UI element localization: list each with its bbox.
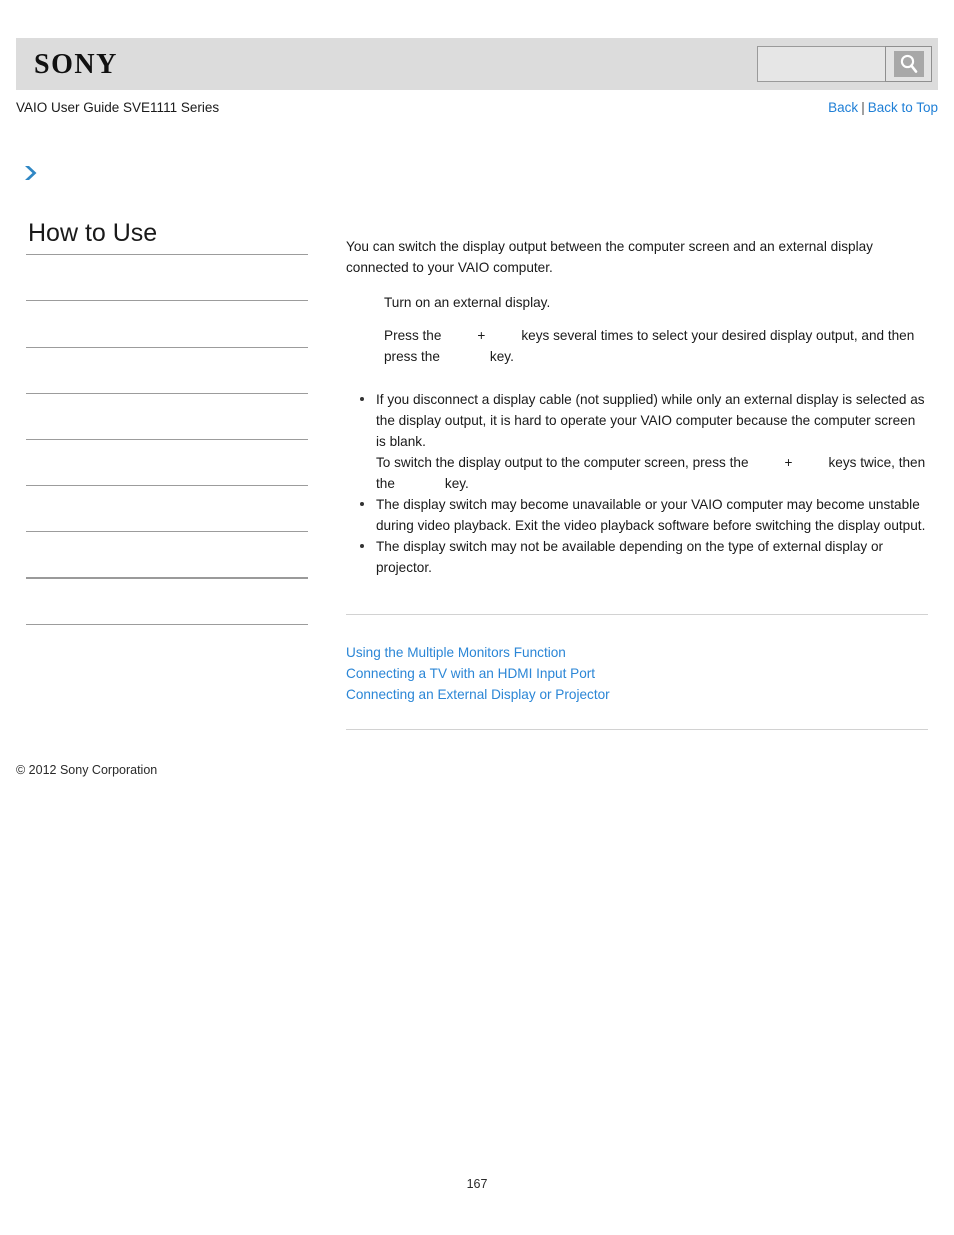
search-icon <box>893 51 924 77</box>
step-text-mid: keys several times to select your desire… <box>384 328 915 364</box>
related-divider-bottom <box>346 729 928 730</box>
main-content: You can switch the display output betwee… <box>346 236 928 730</box>
header-nav: Back | Back to Top <box>828 100 938 115</box>
note-line-2: To switch the display output to the comp… <box>376 455 925 491</box>
chevron-right-icon[interactable] <box>22 163 40 183</box>
breadcrumb <box>22 160 40 186</box>
note-text-before: To switch the display output to the comp… <box>376 455 749 470</box>
intro-paragraph: You can switch the display output betwee… <box>346 239 873 275</box>
search-input[interactable] <box>757 46 885 82</box>
step-list: Turn on an external display. Press the + k… <box>346 292 928 367</box>
sidebar-item-8[interactable] <box>26 579 308 624</box>
note-item-1: If you disconnect a display cable (not s… <box>360 389 928 494</box>
note-text: The display switch may not be available … <box>376 539 884 575</box>
sidebar-divider <box>26 624 308 625</box>
step-item-1: Turn on an external display. <box>384 292 928 313</box>
related-link-3[interactable]: Connecting an External Display or Projec… <box>346 684 928 705</box>
notes-list: If you disconnect a display cable (not s… <box>346 389 928 578</box>
sidebar: How to Use <box>26 218 308 625</box>
plus-sign: + <box>477 328 486 343</box>
site-header: SONY <box>16 38 938 90</box>
note-text-after: key. <box>444 476 469 491</box>
back-to-top-link[interactable]: Back to Top <box>868 100 938 115</box>
note-item-3: The display switch may not be available … <box>360 536 928 578</box>
page-title: VAIO User Guide SVE1111 Series <box>16 100 220 115</box>
sidebar-item-1[interactable] <box>26 255 308 300</box>
sidebar-item-4[interactable] <box>26 394 308 439</box>
step-text-after: key. <box>489 349 514 364</box>
plus-sign: + <box>784 455 793 470</box>
note-text: The display switch may become unavailabl… <box>376 497 926 533</box>
step-item-2: Press the + keys several times to select y… <box>384 325 928 367</box>
sub-header: VAIO User Guide SVE1111 Series Back | Back… <box>16 100 938 122</box>
sony-logo: SONY <box>34 49 118 80</box>
sidebar-item-7[interactable] <box>26 532 308 577</box>
related-links: Using the Multiple Monitors Function Con… <box>346 615 928 705</box>
back-link[interactable]: Back <box>828 100 858 115</box>
step-text: Turn on an external display. <box>384 295 551 310</box>
search-area <box>757 46 932 82</box>
note-item-2: The display switch may become unavailabl… <box>360 494 928 536</box>
search-button[interactable] <box>885 46 932 82</box>
copyright-text: © 2012 Sony Corporation <box>16 763 158 777</box>
sidebar-item-3[interactable] <box>26 348 308 393</box>
step-text-before: Press the <box>384 328 442 343</box>
page-number: 167 <box>466 1177 488 1191</box>
sidebar-item-5[interactable] <box>26 440 308 485</box>
nav-separator: | <box>861 100 865 115</box>
sidebar-item-6[interactable] <box>26 486 308 531</box>
related-link-1[interactable]: Using the Multiple Monitors Function <box>346 642 928 663</box>
related-link-2[interactable]: Connecting a TV with an HDMI Input Port <box>346 663 928 684</box>
sidebar-item-2[interactable] <box>26 301 308 347</box>
sidebar-heading: How to Use <box>28 219 158 247</box>
note-text: If you disconnect a display cable (not s… <box>376 392 925 449</box>
